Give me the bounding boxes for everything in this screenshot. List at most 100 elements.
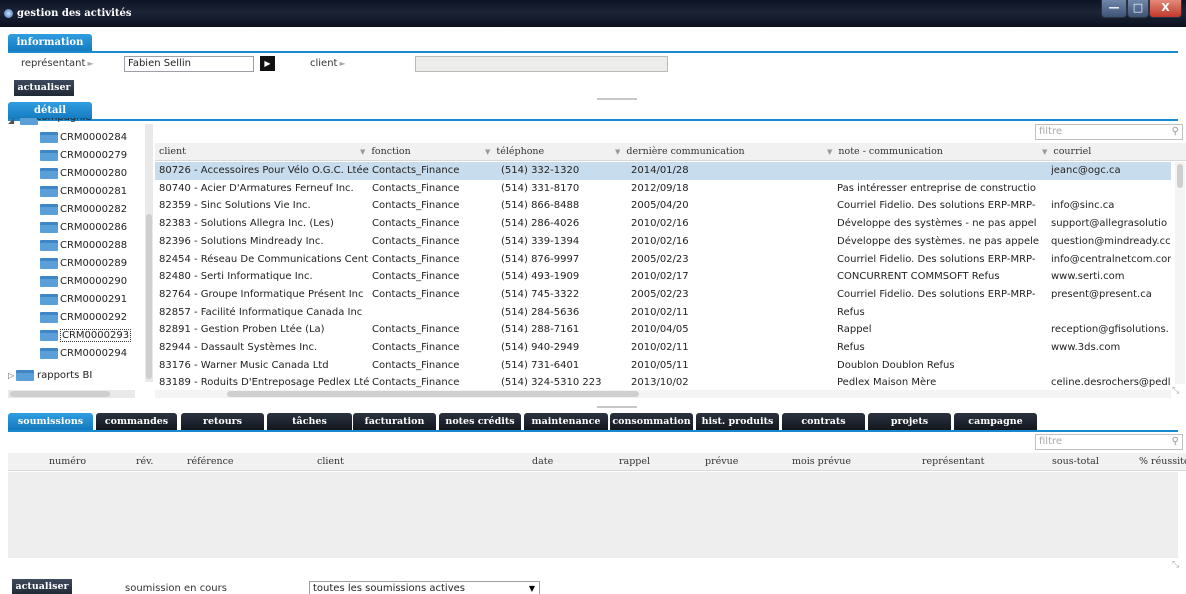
- cell-courriel: question@mindready.cc: [1051, 235, 1171, 247]
- tree-scroll-thumb[interactable]: [146, 214, 152, 379]
- tab-bottom[interactable]: notes crédits: [439, 413, 521, 430]
- table-row[interactable]: 83176 - Warner Music Canada Ltd Contacts_…: [155, 357, 1171, 375]
- cell-fonction: Contacts_Finance: [372, 200, 460, 212]
- subgrid-col[interactable]: sous-total: [1052, 453, 1099, 471]
- collapse-icon[interactable]: ◢: [8, 118, 14, 125]
- subgrid-col[interactable]: date: [532, 453, 553, 471]
- tab-bottom[interactable]: facturation: [353, 413, 436, 430]
- grid-hscroll-thumb[interactable]: [227, 391, 639, 397]
- cell-tel: (514) 286-4026: [501, 218, 580, 230]
- tab-bottom[interactable]: hist. produits: [696, 413, 779, 430]
- client-field[interactable]: [415, 56, 668, 72]
- table-row[interactable]: 82480 - Serti Informatique Inc. Contacts_…: [155, 268, 1171, 286]
- cell-courriel: info@sinc.ca: [1051, 200, 1115, 212]
- tree-panel: ◢ compagnie CRM0000284 CRM0000279 CRM00002…: [8, 118, 145, 390]
- cell-client: 83176 - Warner Music Canada Ltd: [159, 359, 329, 371]
- table-row[interactable]: 82857 - Facilité Informatique Canada Inc…: [155, 304, 1171, 322]
- app-icon: [4, 9, 13, 18]
- tab-bottom[interactable]: projets: [868, 413, 951, 430]
- rep-go-button[interactable]: ▶: [260, 56, 275, 71]
- tree-scrollbar[interactable]: [145, 124, 153, 382]
- grid-vscroll-thumb[interactable]: [1177, 164, 1183, 188]
- tab-bottom[interactable]: commandes: [96, 413, 177, 430]
- folder-icon: [40, 312, 58, 323]
- search-icon[interactable]: ⚲: [1172, 435, 1179, 449]
- tab-bottom[interactable]: retours: [181, 413, 264, 430]
- subgrid-col[interactable]: mois prévue: [792, 453, 851, 471]
- close-button[interactable]: X: [1149, 0, 1182, 18]
- cell-note: CONCURRENT COMMSOFT Refus: [837, 271, 1000, 283]
- search-icon[interactable]: ⚲: [1172, 125, 1179, 139]
- minimize-button[interactable]: —: [1101, 0, 1127, 18]
- folder-icon: [40, 150, 58, 161]
- expand-icon[interactable]: ▷: [8, 371, 14, 380]
- soumission-filter-select[interactable]: toutes les soumissions actives ▼: [309, 581, 540, 594]
- refresh-button[interactable]: actualiser: [14, 80, 74, 96]
- table-row[interactable]: 82454 - Réseau De Communications Cent Con…: [155, 251, 1171, 269]
- folder-icon: [40, 276, 58, 287]
- cell-tel: (514) 745-3322: [501, 288, 580, 300]
- tab-bottom[interactable]: tâches: [267, 413, 352, 430]
- chevron-down-icon[interactable]: ▼: [529, 582, 535, 594]
- tree-item-label: CRM0000289: [60, 258, 128, 269]
- col-note[interactable]: ▼ note - communication: [827, 143, 943, 161]
- cell-courriel: jeanc@ogc.ca: [1051, 165, 1121, 176]
- maximize-button[interactable]: □: [1127, 0, 1149, 18]
- tree-parent-label: compagnie: [36, 118, 91, 123]
- splitter-handle-2[interactable]: [597, 406, 637, 408]
- cell-tel: (514) 876-9997: [501, 253, 580, 265]
- folder-icon: [40, 132, 58, 143]
- footer-refresh-button[interactable]: actualiser: [12, 579, 72, 594]
- subgrid-col[interactable]: représentant: [922, 453, 984, 471]
- tab-bottom[interactable]: soumissions: [8, 413, 93, 430]
- tab-bottom[interactable]: maintenance: [524, 413, 608, 430]
- cell-fonction: Contacts_Finance: [372, 253, 460, 265]
- subgrid-col[interactable]: client: [317, 453, 344, 471]
- tab-bottom[interactable]: contrats: [782, 413, 865, 430]
- subgrid-col[interactable]: rappel: [619, 453, 650, 471]
- tab-bottom[interactable]: consommation: [610, 413, 693, 430]
- splitter-handle[interactable]: [597, 98, 637, 100]
- subgrid-filter-input[interactable]: filtre ⚲: [1035, 434, 1183, 450]
- cell-fonction: Contacts_Finance: [372, 359, 460, 371]
- table-row[interactable]: 82944 - Dassault Systèmes Inc. Contacts_F…: [155, 339, 1171, 357]
- cell-client: 82396 - Solutions Mindready Inc.: [159, 235, 324, 247]
- subgrid-col[interactable]: % réussite: [1139, 453, 1186, 471]
- table-row[interactable]: 80726 - Accessoires Pour Vélo O.G.C. Lté…: [155, 162, 1171, 180]
- col-fonction[interactable]: ▼ fonction: [360, 143, 411, 161]
- tab-information[interactable]: information: [8, 34, 92, 52]
- subgrid-col[interactable]: rév.: [136, 453, 153, 471]
- cell-client: 82764 - Groupe Informatique Présent Inc: [159, 288, 364, 300]
- resize-grip-icon[interactable]: ⤡: [1172, 560, 1179, 570]
- tree-item-label: CRM0000282: [60, 204, 128, 215]
- table-row[interactable]: 82383 - Solutions Allegra Inc. (Les) Cont…: [155, 215, 1171, 233]
- grid-hscrollbar[interactable]: [155, 390, 1171, 398]
- grid-filter-input[interactable]: filtre ⚲: [1035, 124, 1183, 140]
- table-row[interactable]: 82891 - Gestion Proben Ltée (La) Contacts…: [155, 321, 1171, 339]
- grid-vscrollbar[interactable]: [1175, 162, 1185, 384]
- table-row[interactable]: 82396 - Solutions Mindready Inc. Contacts…: [155, 233, 1171, 251]
- cell-client: 82857 - Facilité Informatique Canada Inc: [159, 306, 363, 318]
- table-row[interactable]: 82359 - Sinc Solutions Vie Inc. Contacts_…: [155, 197, 1171, 215]
- col-client[interactable]: client: [159, 143, 186, 161]
- tree-item-label: CRM0000280: [60, 168, 128, 179]
- col-telephone[interactable]: ▼ téléphone: [485, 143, 544, 161]
- cell-note: Développe des systèmes - ne pas appel: [837, 218, 1037, 230]
- table-row[interactable]: 82764 - Groupe Informatique Présent Inc C…: [155, 286, 1171, 304]
- tree-hscroll-thumb[interactable]: [10, 391, 110, 397]
- subgrid-col[interactable]: prévue: [705, 453, 738, 471]
- tree-hscrollbar[interactable]: [8, 390, 135, 398]
- rep-field[interactable]: Fabien Sellin: [124, 56, 254, 72]
- tree-item-label: CRM0000281: [60, 186, 128, 197]
- tab-bottom[interactable]: campagne: [954, 413, 1037, 430]
- tree-item-label: CRM0000290: [60, 276, 128, 287]
- subgrid-col[interactable]: numéro: [49, 453, 86, 471]
- cell-note: Développe des systèmes. ne pas appele: [837, 235, 1040, 247]
- tree-item-label: CRM0000286: [60, 222, 128, 233]
- table-row[interactable]: 80740 - Acier D'Armatures Ferneuf Inc. Co…: [155, 180, 1171, 198]
- resize-grip-icon[interactable]: ⤡: [1172, 386, 1179, 396]
- cell-date: 2005/02/23: [631, 253, 689, 265]
- col-last-comm[interactable]: ▼ dernière communication: [615, 143, 745, 161]
- col-courriel[interactable]: ▼ courriel: [1042, 143, 1091, 161]
- subgrid-col[interactable]: référence: [187, 453, 234, 471]
